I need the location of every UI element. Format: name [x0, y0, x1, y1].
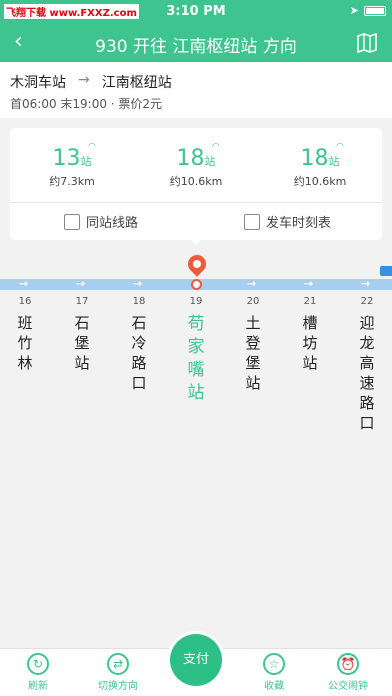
battery-icon: [364, 5, 386, 16]
card-pointer: [189, 238, 203, 245]
arrival-distance: 约7.3km: [49, 175, 95, 188]
switch-icon: ⇄: [107, 653, 129, 675]
realtime-icon: ◠: [336, 142, 344, 152]
stop-item[interactable]: 22 迎龙高速路口: [357, 296, 377, 433]
same-station-label: 同站线路: [86, 216, 139, 231]
direction-arrow-icon: →: [76, 277, 86, 290]
timetable-button[interactable]: 发车时刻表: [244, 212, 331, 231]
alarm-icon: ⏰: [337, 653, 359, 675]
current-stop-marker: [191, 279, 202, 290]
stop-name: 石冷路口: [131, 314, 147, 392]
arrival-card: 13站 ◠ 约7.3km 18站 ◠ 约10.6km 18站 ◠ 约10.6km…: [10, 128, 382, 240]
status-right: ➤: [350, 4, 386, 17]
switch-direction-button[interactable]: ⇄ 切换方向: [88, 653, 148, 692]
location-pin-icon: [184, 251, 210, 277]
stop-name: 土登堡站: [245, 314, 261, 392]
stop-index: 20: [246, 296, 260, 307]
switch-label: 切换方向: [98, 681, 138, 692]
stop-item[interactable]: 16 班竹林: [15, 296, 35, 373]
status-bar: 飞翔下载 www.FXXZ.com 3:10 PM ➤: [0, 0, 392, 24]
calendar-icon: [244, 213, 260, 230]
page-title: 930 开往 江南枢纽站 方向: [95, 37, 297, 57]
direction-arrow-icon: →: [247, 277, 257, 290]
bus-icon: [380, 266, 392, 276]
arrival-item: 18站 ◠ 约10.6km: [258, 142, 382, 189]
stop-index: 16: [18, 296, 32, 307]
route-arrow: →: [78, 72, 90, 88]
same-station-button[interactable]: 同站线路: [64, 212, 138, 231]
arrival-item: 13站 ◠ 约7.3km: [10, 142, 134, 189]
arrival-unit: 站: [204, 155, 216, 168]
arrival-count: 18: [300, 146, 329, 171]
refresh-icon: ↻: [27, 653, 49, 675]
timetable-label: 发车时刻表: [266, 216, 332, 231]
route-from: 木洞车站: [10, 75, 66, 91]
stop-name: 班竹林: [17, 314, 33, 372]
stop-name: 槽坊站: [302, 314, 318, 372]
route-meta: 首06:00 末19:00 · 票价2元: [10, 97, 163, 111]
stop-item[interactable]: 20 土登堡站: [243, 296, 263, 393]
status-time: 3:10 PM: [166, 4, 226, 19]
back-button[interactable]: ‹: [14, 29, 23, 54]
direction-arrow-icon: →: [19, 277, 29, 290]
arrival-distance: 约10.6km: [293, 175, 347, 188]
stop-index: 21: [303, 296, 317, 307]
direction-arrow-icon: →: [133, 277, 143, 290]
bus-alarm-label: 公交闹钟: [328, 681, 368, 692]
collect-button[interactable]: ☆ 收藏: [244, 653, 304, 692]
arrival-distance: 约10.6km: [169, 175, 223, 188]
location-icon: ➤: [349, 4, 359, 17]
arrival-unit: 站: [328, 155, 340, 168]
star-icon: ☆: [263, 653, 285, 675]
realtime-icon: ◠: [212, 142, 220, 152]
stop-item-current[interactable]: 19 苟家嘴站: [186, 296, 206, 405]
arrival-item: 18站 ◠ 约10.6km: [134, 142, 258, 189]
stop-name: 苟家嘴站: [187, 314, 205, 403]
stop-index: 17: [75, 296, 89, 307]
stop-item[interactable]: 18 石冷路口: [129, 296, 149, 393]
stop-item[interactable]: 17 石堡站: [72, 296, 92, 373]
refresh-label: 刷新: [28, 681, 48, 692]
route-endpoints: 木洞车站 → 江南枢纽站: [10, 72, 172, 92]
map-icon[interactable]: [356, 32, 378, 54]
stop-item[interactable]: 21 槽坊站: [300, 296, 320, 373]
stop-index: 18: [132, 296, 146, 307]
station-image-icon: [64, 213, 80, 230]
stop-index: 19: [189, 296, 203, 307]
direction-arrow-icon: →: [361, 277, 371, 290]
route-to: 江南枢纽站: [101, 75, 172, 91]
stop-index: 22: [360, 296, 374, 307]
arrival-unit: 站: [80, 155, 92, 168]
bus-alarm-button[interactable]: ⏰ 公交闹钟: [318, 653, 378, 692]
pay-button[interactable]: 支付: [170, 634, 222, 686]
arrival-count: 18: [176, 146, 205, 171]
direction-arrow-icon: →: [304, 277, 314, 290]
card-divider: [10, 202, 382, 203]
stop-name: 迎龙高速路口: [359, 314, 375, 432]
arrival-count: 13: [52, 146, 81, 171]
route-info: 木洞车站 → 江南枢纽站 首06:00 末19:00 · 票价2元: [0, 62, 392, 118]
refresh-button[interactable]: ↻ 刷新: [8, 653, 68, 692]
realtime-icon: ◠: [88, 142, 96, 152]
collect-label: 收藏: [264, 681, 284, 692]
nav-bar: ‹ 930 开往 江南枢纽站 方向: [0, 24, 392, 62]
stop-name: 石堡站: [74, 314, 90, 372]
